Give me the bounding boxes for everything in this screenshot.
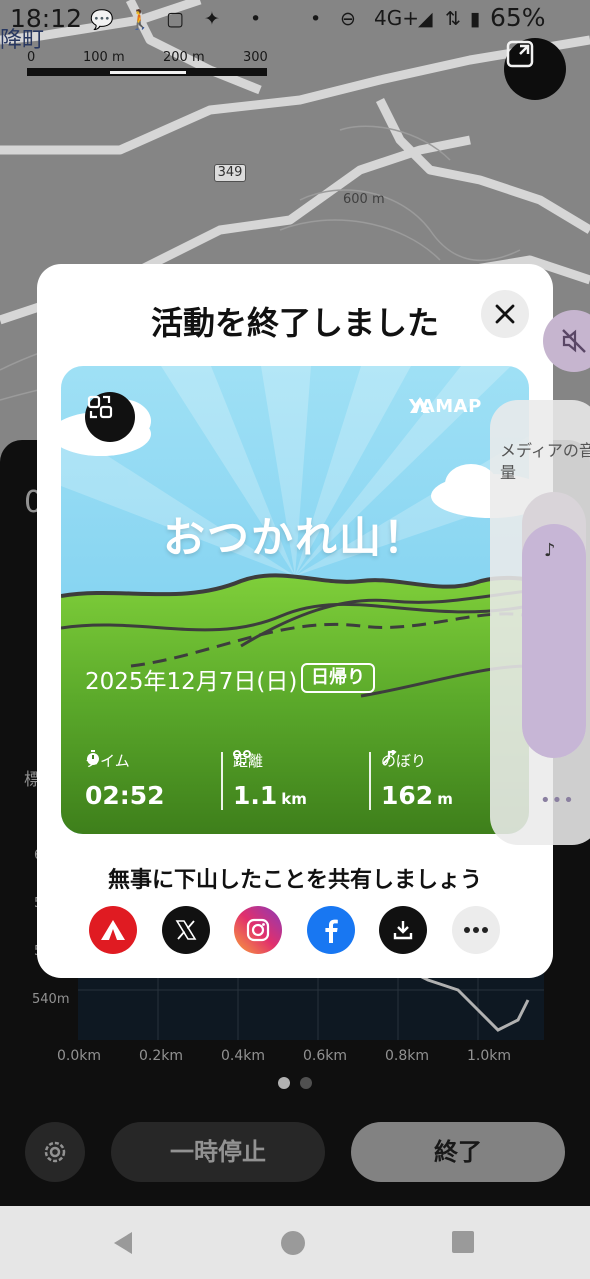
activity-date: 2025年12月7日(日) bbox=[85, 669, 298, 695]
back-icon[interactable] bbox=[110, 1230, 136, 1256]
stat-value: 162 bbox=[381, 781, 434, 810]
stat-distance: 距離 1.1 km bbox=[233, 750, 307, 810]
facebook-logo-icon bbox=[325, 919, 338, 943]
facebook-share-button[interactable] bbox=[307, 906, 355, 954]
stat-unit: km bbox=[281, 790, 307, 808]
card-swap-button[interactable] bbox=[85, 392, 135, 442]
card-headline: おつかれ山！ bbox=[162, 513, 427, 562]
home-icon[interactable] bbox=[280, 1230, 306, 1256]
yamap-logo-icon bbox=[101, 920, 125, 940]
activity-finished-dialog: 活動を終了しました YAMAP おつかれ山！ 2025年12月7日(日) 日帰り… bbox=[37, 264, 553, 978]
stat-ascent: のぼり 162 m bbox=[381, 750, 453, 810]
yamap-logo: YAMAP bbox=[409, 396, 482, 417]
dialog-title: 活動を終了しました bbox=[150, 304, 439, 342]
x-logo-icon bbox=[175, 920, 197, 940]
more-options-button[interactable] bbox=[452, 906, 500, 954]
yamap-mountain-icon bbox=[410, 397, 430, 413]
stat-time: タイム 02:52 bbox=[85, 750, 165, 810]
volume-more-button[interactable]: ••• bbox=[540, 790, 575, 811]
stat-unit: m bbox=[437, 790, 453, 808]
ascent-icon bbox=[382, 750, 397, 765]
summary-card: YAMAP おつかれ山！ 2025年12月7日(日) 日帰り タイム 02:52 bbox=[61, 366, 529, 834]
volume-slider[interactable] bbox=[522, 492, 586, 758]
download-icon bbox=[393, 921, 413, 940]
ellipsis-icon bbox=[464, 927, 488, 933]
share-prompt: 無事に下山したことを共有しましょう bbox=[107, 868, 482, 893]
swap-icon bbox=[87, 395, 113, 419]
stat-value: 1.1 bbox=[233, 781, 278, 810]
close-icon bbox=[495, 304, 515, 324]
stat-divider bbox=[221, 752, 223, 810]
volume-off-icon bbox=[562, 329, 586, 353]
recents-icon[interactable] bbox=[451, 1230, 475, 1254]
stat-divider bbox=[369, 752, 371, 810]
stopwatch-icon bbox=[87, 750, 99, 765]
system-nav-bar bbox=[0, 1206, 590, 1279]
download-button[interactable] bbox=[379, 906, 427, 954]
yamap-share-button[interactable] bbox=[89, 906, 137, 954]
volume-label: メディアの音量 bbox=[500, 441, 590, 482]
route-pin-icon bbox=[233, 750, 251, 765]
instagram-share-button[interactable] bbox=[234, 906, 282, 954]
trip-type-badge: 日帰り bbox=[301, 663, 375, 693]
x-share-button[interactable] bbox=[162, 906, 210, 954]
music-note-icon: ♪ bbox=[544, 540, 556, 561]
stat-value: 02:52 bbox=[85, 781, 165, 810]
close-button[interactable] bbox=[481, 290, 529, 338]
instagram-logo-icon bbox=[246, 918, 270, 942]
